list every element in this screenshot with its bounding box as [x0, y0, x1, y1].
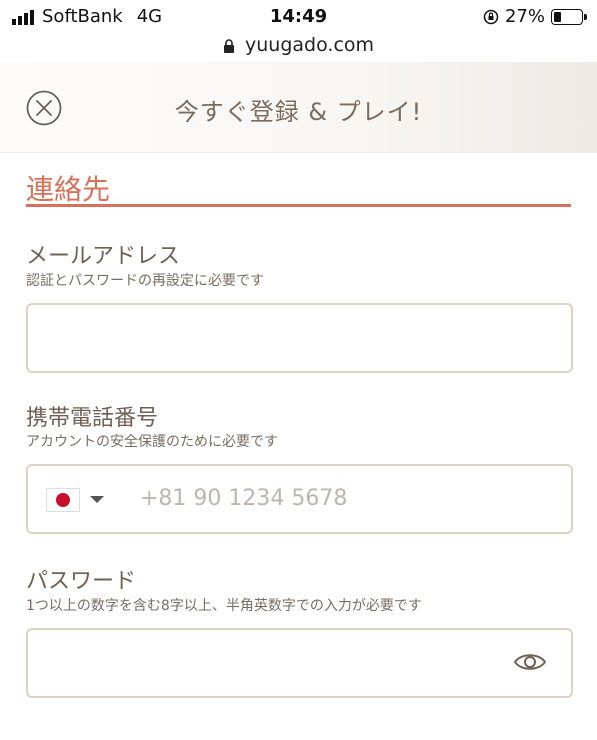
lock-icon — [223, 38, 234, 53]
chevron-down-icon[interactable] — [90, 496, 104, 503]
status-bar: SoftBank 4G 14:49 27% — [0, 0, 597, 34]
battery-fill — [554, 11, 561, 22]
battery-icon — [551, 8, 587, 25]
battery-percent: 27% — [504, 6, 545, 27]
url-bar[interactable]: yuugado.com — [0, 34, 597, 62]
password-hint: 1つ以上の数字を含む8字以上、半角英数字での入力が必要です — [26, 598, 422, 614]
email-field[interactable] — [26, 303, 573, 373]
modal-header: 今すぐ登録 & プレイ! — [0, 62, 597, 153]
phone-label: 携帯電話番号 — [26, 406, 159, 431]
eye-icon[interactable] — [513, 650, 547, 674]
orientation-lock-icon — [483, 9, 499, 24]
password-field[interactable] — [26, 628, 573, 698]
status-right: 27% — [483, 6, 587, 27]
email-label: メールアドレス — [26, 244, 181, 269]
modal-title: 今すぐ登録 & プレイ! — [174, 98, 423, 126]
url-text: yuugado.com — [245, 34, 375, 56]
phone-input[interactable]: +81 90 1234 5678 — [140, 486, 347, 511]
section-divider — [26, 204, 571, 207]
section-title: 連絡先 — [26, 173, 111, 206]
phone-field[interactable]: +81 90 1234 5678 — [26, 464, 573, 534]
email-hint: 認証とパスワードの再設定に必要です — [26, 273, 264, 289]
japan-flag-icon[interactable] — [46, 488, 80, 512]
password-label: パスワード — [26, 569, 137, 594]
phone-hint: アカウントの安全保護のために必要です — [26, 434, 278, 450]
